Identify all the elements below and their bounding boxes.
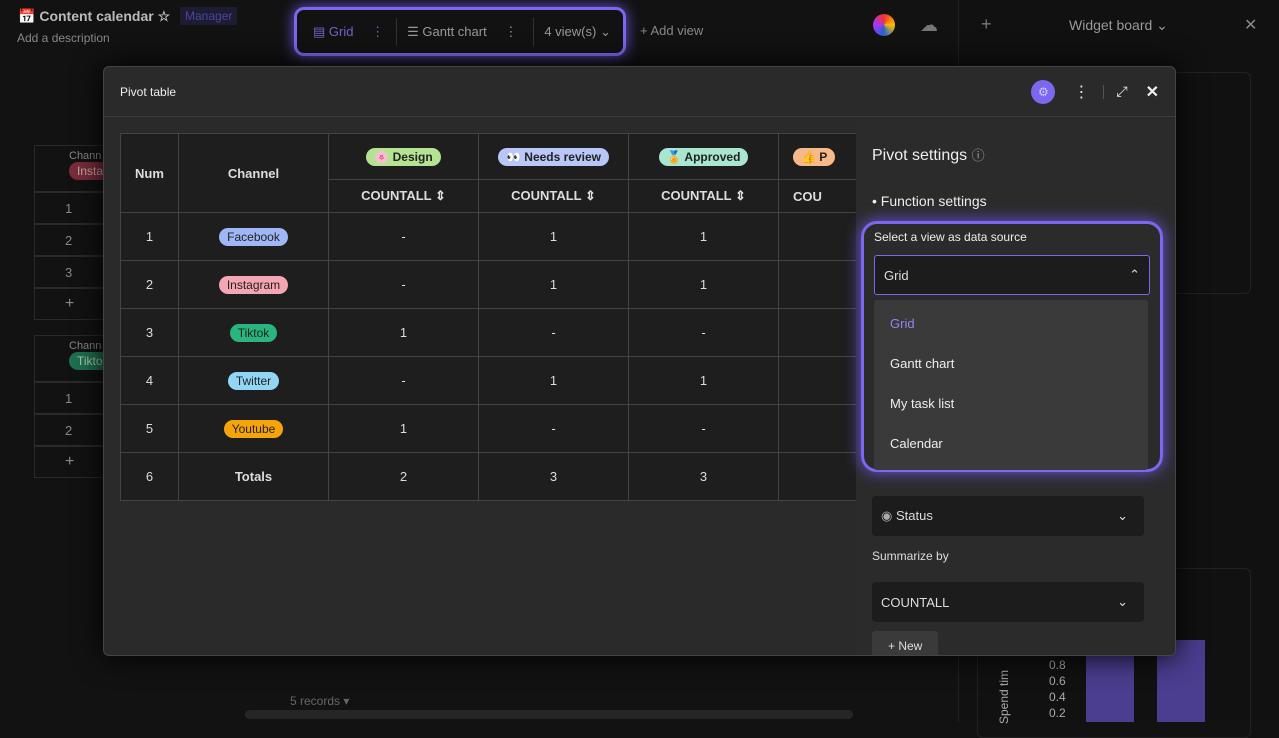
sort-countall[interactable]: COUNTALL ⇕ xyxy=(478,179,629,213)
channel-tag: Youtube xyxy=(223,419,284,438)
help-icon[interactable]: ⓘ xyxy=(972,148,985,163)
header-channel: Channel xyxy=(178,133,329,213)
sort-countall[interactable]: COUNTALL ⇕ xyxy=(328,179,479,213)
table-row: 5 Youtube 1- - xyxy=(120,404,859,453)
tick-label: 0.8 xyxy=(1049,658,1066,672)
chevron-down-icon: ⌄ xyxy=(1117,508,1128,523)
close-icon[interactable]: ✕ xyxy=(1146,82,1159,102)
channel-tag: Facebook xyxy=(219,227,288,246)
channel-tag: Twitter xyxy=(227,371,280,390)
tick-label: 0.4 xyxy=(1049,690,1066,704)
add-view-button[interactable]: + Add view xyxy=(640,23,703,38)
view-tabs: ▤ Grid ⋮ ☰ Gantt chart ⋮ 4 view(s) ⌄ xyxy=(294,7,626,56)
source-select[interactable]: Grid ⌃ xyxy=(874,255,1150,295)
channel-tag: Instagram xyxy=(218,275,289,294)
function-settings: • Function settings xyxy=(872,193,987,209)
sort-countall[interactable]: COU xyxy=(778,179,859,213)
records-count[interactable]: 5 records ▾ xyxy=(290,694,349,708)
option-calendar[interactable]: Calendar xyxy=(874,424,1148,464)
header-approved: 🏅 Approved xyxy=(628,133,779,180)
channel-tag: Tiktok xyxy=(229,323,278,342)
cloud-sync-icon[interactable]: ☁ xyxy=(920,15,938,36)
table-row: 4 Twitter -1 1 xyxy=(120,356,859,405)
sort-countall[interactable]: COUNTALL ⇕ xyxy=(628,179,779,213)
chart-ticks: 0.8 0.6 0.4 0.2 xyxy=(1049,657,1066,721)
table-row: 2 Instagram -1 1 xyxy=(120,260,859,309)
page-title: 📅 Content calendar ☆ xyxy=(18,8,171,24)
add-widget-icon[interactable]: + xyxy=(981,14,992,35)
table-row: 3 Tiktok 1- - xyxy=(120,308,859,357)
expand-icon[interactable]: ⤢ xyxy=(1116,83,1127,100)
pivot-table-modal: Pivot table ⚙ ⋮ ⤢ ✕ Num Channel 🌸 Design… xyxy=(103,66,1176,656)
summarize-label: Summarize by xyxy=(872,549,949,563)
table-row: 1 Facebook -1 1 xyxy=(120,212,859,261)
tick-label: 0.2 xyxy=(1049,706,1066,720)
close-icon[interactable]: ✕ xyxy=(1244,15,1257,35)
horizontal-scrollbar[interactable] xyxy=(245,710,853,719)
grid-icon: ▤ xyxy=(313,23,326,39)
settings-gear-icon[interactable]: ⚙ xyxy=(1031,79,1056,104)
header-partial: 👍 P xyxy=(778,133,859,180)
new-button[interactable]: + New xyxy=(872,631,939,655)
chevron-down-icon: ⌄ xyxy=(1117,594,1128,609)
source-label: Select a view as data source xyxy=(874,230,1027,244)
summarize-select[interactable]: COUNTALL ⌄ xyxy=(872,582,1144,622)
chevron-up-icon: ⌃ xyxy=(1129,267,1140,282)
background-grid: Chann Insta 1 2 3 + Chann Tikto 1 2 + xyxy=(34,145,114,478)
settings-title: Pivot settings ⓘ xyxy=(872,147,985,164)
pivot-table: Num Channel 🌸 Design 👀 Needs review 🏅 Ap… xyxy=(120,133,859,501)
modal-title: Pivot table xyxy=(120,84,177,99)
tick-label: 0.6 xyxy=(1049,674,1066,688)
widget-board-title[interactable]: Widget board ⌄ xyxy=(1069,17,1168,34)
avatar[interactable] xyxy=(873,14,895,36)
header-needs-review: 👀 Needs review xyxy=(478,133,629,180)
totals-row: 6 Totals 233 xyxy=(120,452,859,501)
gantt-icon: ☰ xyxy=(407,23,419,39)
header-num: Num xyxy=(120,133,179,213)
tab-gantt[interactable]: ☰ Gantt chart ⋮ xyxy=(396,17,527,46)
views-dropdown[interactable]: 4 view(s) ⌄ xyxy=(533,17,621,46)
data-source-dropdown: Select a view as data source Grid ⌃ Grid … xyxy=(861,221,1163,472)
status-field-icon: ◉ xyxy=(881,508,893,523)
option-gantt-chart[interactable]: Gantt chart xyxy=(874,344,1148,384)
more-icon[interactable]: ⋮ xyxy=(1073,82,1089,102)
column-field-select[interactable]: ◉ Status ⌄ xyxy=(872,496,1144,536)
option-grid[interactable]: Grid xyxy=(874,304,1148,344)
chart-axis-label: Spend tim xyxy=(997,669,1012,725)
description[interactable]: Add a description xyxy=(17,31,110,45)
header-design: 🌸 Design xyxy=(328,133,479,180)
tab-grid[interactable]: ▤ Grid ⋮ xyxy=(307,18,390,46)
option-my-task-list[interactable]: My task list xyxy=(874,384,1148,424)
role-badge: Manager xyxy=(180,7,238,25)
